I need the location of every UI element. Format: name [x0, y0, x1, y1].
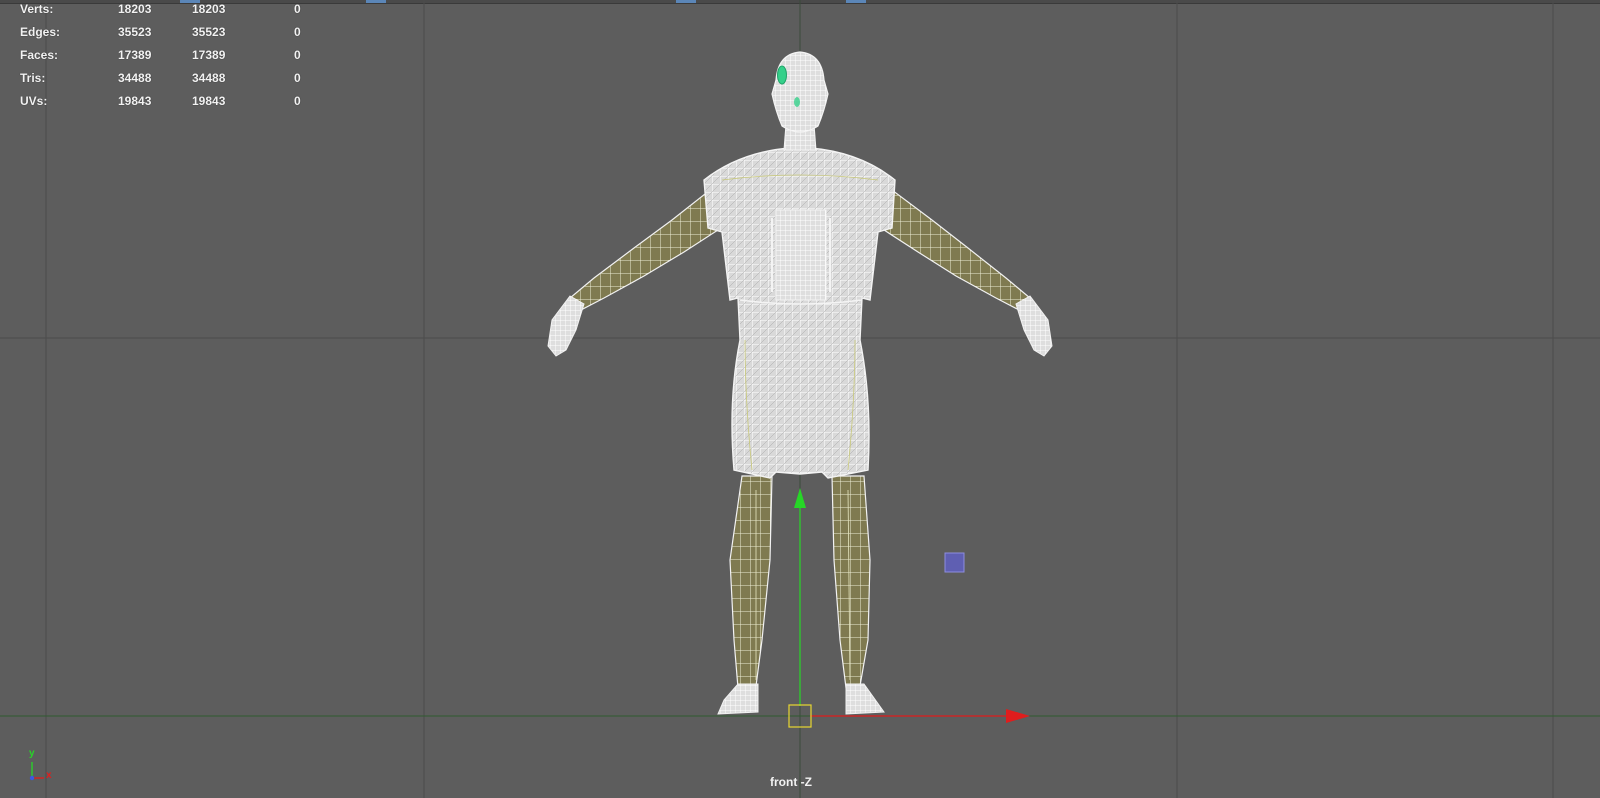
hud-value-shown: 19843 [192, 94, 226, 108]
hud-value-selected: 0 [294, 48, 301, 62]
selected-eye-component[interactable] [777, 65, 787, 85]
right-leg-mesh[interactable] [831, 475, 871, 689]
scene-canvas[interactable] [0, 0, 1600, 798]
hud-value-shown: 35523 [192, 25, 226, 39]
hud-value-object: 17389 [118, 48, 152, 62]
left-hand-mesh[interactable] [547, 295, 585, 357]
gizmo-x-label: x [46, 770, 52, 781]
hud-value-selected: 0 [294, 25, 301, 39]
hud-value-shown: 18203 [192, 2, 226, 16]
camera-name-label: front -Z [770, 775, 812, 789]
left-foot-mesh[interactable] [717, 683, 759, 715]
hud-value-object: 19843 [118, 94, 152, 108]
right-hand-mesh[interactable] [1015, 295, 1053, 357]
hud-value-shown: 17389 [192, 48, 226, 62]
hud-value-selected: 0 [294, 71, 301, 85]
axis-gizmo-icon: y x [22, 748, 62, 786]
garment-mesh[interactable] [703, 147, 896, 479]
hud-value-object: 35523 [118, 25, 152, 39]
hud-label: Faces: [20, 48, 59, 62]
hud-label: Verts: [20, 2, 54, 16]
hud-label: UVs: [20, 94, 48, 108]
selected-object-icon[interactable] [944, 552, 965, 573]
hud-value-object: 18203 [118, 2, 152, 16]
hud-label: Tris: [20, 71, 46, 85]
hud-label: Edges: [20, 25, 61, 39]
move-manipulator-icon[interactable] [788, 488, 1030, 728]
hud-value-selected: 0 [294, 94, 301, 108]
right-foot-mesh[interactable] [845, 683, 885, 715]
3d-viewport[interactable]: Verts: 18203 18203 0 Edges: 35523 35523 … [0, 0, 1600, 798]
gizmo-y-label: y [29, 748, 35, 759]
hud-value-object: 34488 [118, 71, 152, 85]
garment-front-panel [775, 209, 827, 301]
hud-value-shown: 34488 [192, 71, 226, 85]
head-mesh[interactable] [771, 51, 829, 133]
hud-value-selected: 0 [294, 2, 301, 16]
left-leg-mesh[interactable] [729, 475, 773, 689]
